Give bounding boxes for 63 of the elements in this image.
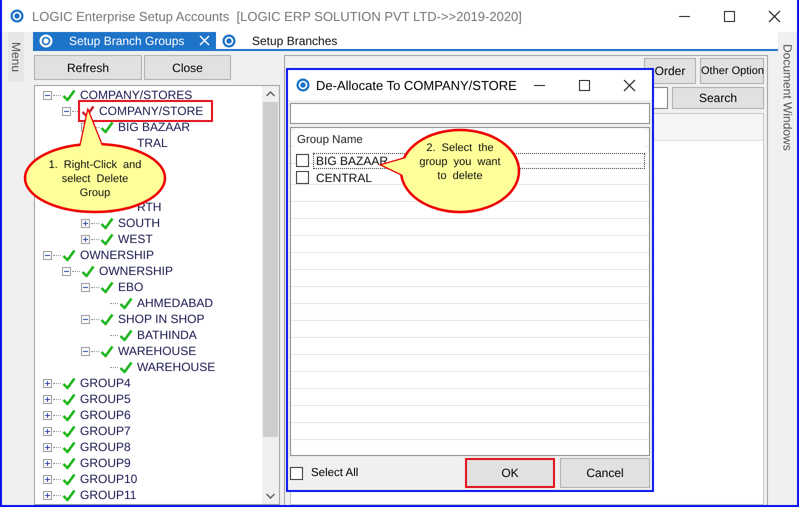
plus-box-icon[interactable]	[81, 218, 90, 228]
tree-item[interactable]: BATHINDA	[136, 328, 198, 342]
plus-box-icon[interactable]	[43, 410, 52, 420]
minus-box-icon[interactable]	[62, 106, 71, 116]
tree-item[interactable]: SHOP IN SHOP	[117, 312, 206, 326]
scrollbar-thumb[interactable]	[263, 102, 278, 437]
tree-item[interactable]: GROUP10	[79, 472, 138, 486]
minus-box-icon[interactable]	[62, 266, 71, 276]
tree-item[interactable]: COMPANY/STORE	[98, 104, 204, 118]
callout-text: 1. Right-Click and select Delete Group	[48, 158, 142, 200]
plus-box-icon[interactable]	[43, 394, 52, 404]
tree-item[interactable]: SOUTH	[117, 216, 161, 230]
tab[interactable]: Setup Branches	[216, 32, 344, 49]
tab[interactable]: Setup Branch Groups	[33, 32, 216, 49]
close-button[interactable]: Close	[144, 55, 231, 80]
checkbox-label[interactable]: Select All	[311, 467, 358, 479]
ok-button[interactable]: OK	[465, 458, 555, 488]
minus-box-icon[interactable]	[43, 90, 52, 100]
minus-box-icon[interactable]	[81, 314, 90, 324]
plus-box-icon[interactable]	[43, 474, 52, 484]
window-title: LOGIC Enterprise Setup Accounts [LOGIC ERP SOLUTION PVT LTD->>2019-2020]	[32, 8, 523, 24]
dialog-title: De-Allocate To COMPANY/STORE	[316, 78, 517, 92]
tree-item[interactable]: WAREHOUSE	[117, 344, 198, 358]
tree-item[interactable]: EBO	[117, 280, 144, 294]
checkbox[interactable]	[290, 466, 303, 480]
tree-item[interactable]: TRAL	[136, 136, 169, 150]
tree-item[interactable]: OWNERSHIP	[79, 248, 156, 262]
tree-item[interactable]: AHMEDABAD	[136, 296, 214, 310]
tree-item[interactable]: GROUP6	[79, 408, 132, 422]
logo-icon	[296, 78, 310, 92]
minus-box-icon[interactable]	[43, 250, 52, 260]
list-item[interactable]: BIG BAZAAR	[314, 154, 390, 168]
menu-panel-tab[interactable]: Menu	[8, 32, 24, 82]
refresh-button[interactable]: Refresh	[34, 55, 142, 80]
cancel-button[interactable]: Cancel	[560, 458, 650, 488]
plus-box-icon[interactable]	[43, 490, 52, 500]
checkbox[interactable]	[296, 171, 309, 184]
tree-item[interactable]: GROUP11	[79, 488, 138, 502]
tree-item[interactable]: GROUP8	[79, 440, 132, 454]
options-button[interactable]: Other Option	[700, 58, 764, 84]
tree-item[interactable]: BIG BAZAAR	[117, 120, 192, 134]
tree-item[interactable]: GROUP9	[79, 456, 132, 470]
tree-item[interactable]: COMPANY/STORES	[79, 88, 194, 102]
panel-tab[interactable]: Document Windows	[780, 32, 796, 161]
plus-box-icon[interactable]	[43, 378, 52, 388]
tree-item[interactable]: WEST	[117, 232, 154, 246]
tree-item[interactable]: WAREHOUSE	[136, 360, 216, 374]
plus-box-icon[interactable]	[43, 426, 52, 436]
checkmark-icon	[81, 104, 95, 118]
logo-icon	[10, 9, 24, 23]
plus-box-icon[interactable]	[43, 442, 52, 452]
search-button[interactable]: Search	[672, 87, 764, 109]
checkbox[interactable]	[296, 154, 309, 167]
plus-box-icon[interactable]	[81, 234, 90, 244]
plus-box-icon[interactable]	[43, 458, 52, 468]
tree-item[interactable]: GROUP4	[79, 376, 132, 390]
tree-item[interactable]: GROUP7	[79, 424, 132, 438]
minus-box-icon[interactable]	[81, 282, 90, 292]
filter-field[interactable]	[290, 103, 650, 124]
tree-item[interactable]: OWNERSHIP	[98, 264, 174, 278]
tree-item[interactable]: GROUP5	[79, 392, 132, 406]
list-item[interactable]: CENTRAL	[314, 170, 374, 184]
minus-box-icon[interactable]	[81, 346, 90, 356]
